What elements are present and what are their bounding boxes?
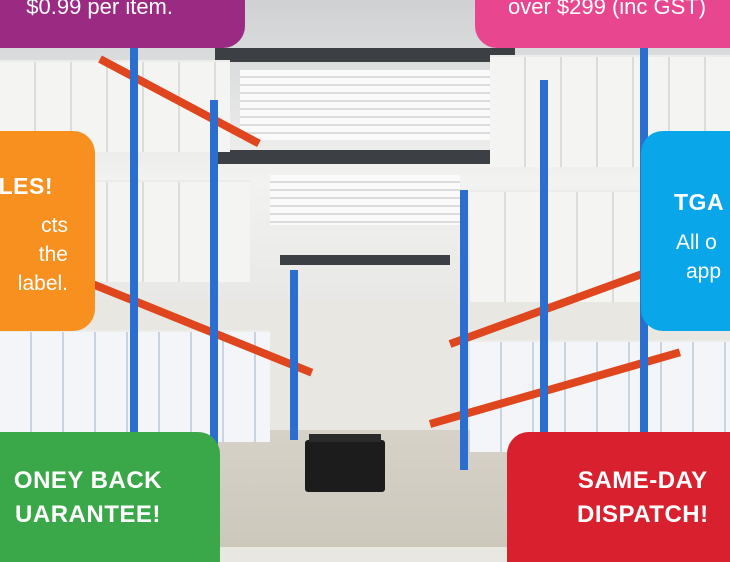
rack-post (130, 40, 138, 460)
money-back-text: ONEY BACK UARANTEE! (14, 464, 162, 532)
warehouse-cart (305, 434, 385, 492)
sales-line: label. (17, 272, 68, 295)
dispatch-line: DISPATCH! (577, 501, 709, 528)
sales-line: the (38, 243, 68, 266)
tga-title: TGA (674, 189, 725, 215)
money-back-badge: ONEY BACK UARANTEE! (0, 432, 220, 562)
rack-post (460, 190, 468, 470)
sales-description: cts the label. (18, 211, 68, 298)
tga-line: app (686, 260, 722, 283)
money-back-line: UARANTEE! (15, 501, 161, 528)
shipping-text: over $299 (inc GST) (508, 0, 707, 19)
tga-line: All o (676, 231, 717, 254)
dispatch-line: SAME-DAY (577, 467, 708, 494)
dispatch-badge: SAME-DAY DISPATCH! (507, 432, 730, 562)
tga-description: All o app (676, 228, 721, 286)
money-back-line: ONEY BACK (13, 467, 162, 494)
rack-post (290, 270, 298, 440)
rack-post (540, 80, 548, 480)
sales-line: cts (41, 214, 68, 237)
rack-post (210, 100, 218, 460)
sales-title: LES! (0, 173, 53, 199)
shipping-badge: over $299 (inc GST) (475, 0, 730, 48)
sales-badge: LES! cts the label. (0, 131, 95, 331)
price-text: $0.99 per item. (26, 0, 173, 19)
dispatch-text: SAME-DAY DISPATCH! (577, 464, 709, 532)
price-badge: $0.99 per item. (0, 0, 245, 48)
tga-badge: TGA All o app (641, 131, 730, 331)
